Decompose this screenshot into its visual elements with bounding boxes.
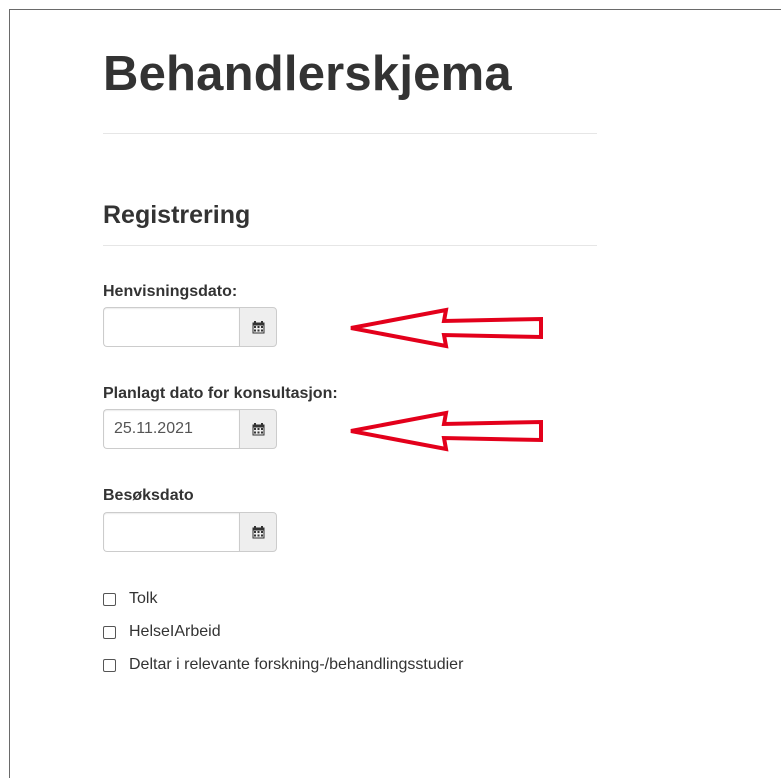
planned-consultation-date-picker-button[interactable] xyxy=(239,409,277,449)
referral-date-group xyxy=(103,307,277,347)
red-arrow-icon xyxy=(350,410,543,452)
planned-consultation-date-input[interactable] xyxy=(103,409,239,449)
planned-consultation-date-group xyxy=(103,409,277,449)
planned-consultation-date-label: Planlagt dato for konsultasjon: xyxy=(103,385,338,402)
research-studies-checkbox-label: Deltar i relevante forskning-/behandling… xyxy=(129,656,464,673)
section-divider xyxy=(103,245,597,246)
checkbox-row-research-studies[interactable]: Deltar i relevante forskning-/behandling… xyxy=(103,656,463,674)
referral-date-picker-button[interactable] xyxy=(239,307,277,347)
calendar-icon xyxy=(252,422,264,435)
checkbox-row-health-work[interactable]: HelseIArbeid xyxy=(103,623,221,641)
checkbox-row-interpreter[interactable]: Tolk xyxy=(103,590,157,608)
red-arrow-icon xyxy=(350,307,543,349)
page-title: Behandlerskjema xyxy=(103,47,512,101)
title-divider xyxy=(103,133,597,134)
calendar-icon xyxy=(252,320,264,333)
calendar-icon xyxy=(252,525,264,538)
visit-date-picker-button[interactable] xyxy=(239,512,277,552)
research-studies-checkbox[interactable] xyxy=(103,658,116,672)
visit-date-group xyxy=(103,512,277,552)
referral-date-label: Henvisningsdato: xyxy=(103,283,238,300)
health-work-checkbox[interactable] xyxy=(103,625,116,639)
interpreter-checkbox-label: Tolk xyxy=(129,590,158,607)
interpreter-checkbox[interactable] xyxy=(103,592,116,606)
health-work-checkbox-label: HelseIArbeid xyxy=(129,623,221,640)
visit-date-label: Besøksdato xyxy=(103,487,194,504)
referral-date-input[interactable] xyxy=(103,307,239,347)
visit-date-input[interactable] xyxy=(103,512,239,552)
section-title: Registrering xyxy=(103,201,251,229)
